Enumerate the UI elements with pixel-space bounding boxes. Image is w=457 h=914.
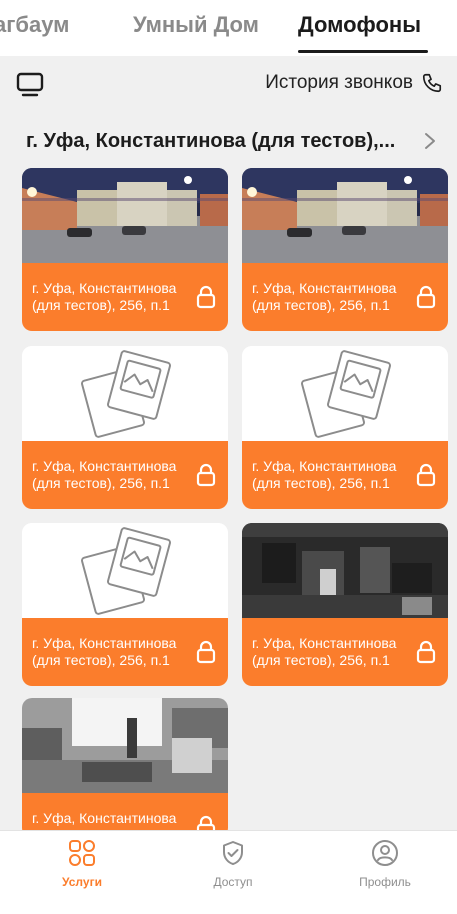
camera-caption: г. Уфа, Константинова (для тестов), 256,…: [252, 635, 397, 668]
camera-card[interactable]: г. Уфа, Константинова (для тестов), 256,…: [242, 168, 448, 331]
camera-preview-bright-office: [22, 698, 228, 793]
camera-caption: г. Уфа, Константинова (для тестов), 256,…: [32, 280, 177, 313]
camera-caption-bar: г. Уфа, Константинова (для тестов), 256,…: [22, 441, 228, 509]
nav-services[interactable]: Услуги: [27, 839, 137, 889]
camera-preview-night-parking: [22, 168, 228, 263]
camera-caption: г. Уфа, Константинова: [32, 810, 177, 826]
nav-profile[interactable]: Профиль: [330, 839, 440, 889]
camera-grid: г. Уфа, Константинова (для тестов), 256,…: [0, 0, 457, 914]
camera-caption-bar: г. Уфа, Константинова (для тестов), 256,…: [22, 618, 228, 686]
nav-access-label: Доступ: [213, 875, 253, 889]
camera-card[interactable]: г. Уфа, Константинова: [22, 698, 228, 838]
placeholder-image-icon: [22, 523, 228, 618]
camera-preview-dark-room: [242, 523, 448, 618]
camera-caption: г. Уфа, Константинова (для тестов), 256,…: [252, 458, 397, 491]
shield-check-icon: [223, 841, 243, 865]
lock-icon[interactable]: [416, 640, 436, 664]
lock-icon[interactable]: [416, 463, 436, 487]
lock-icon[interactable]: [196, 463, 216, 487]
lock-icon[interactable]: [196, 640, 216, 664]
camera-preview-night-parking: [242, 168, 448, 263]
camera-caption-bar: г. Уфа, Константинова (для тестов), 256,…: [242, 441, 448, 509]
nav-profile-label: Профиль: [359, 875, 411, 889]
camera-caption-bar: г. Уфа, Константинова (для тестов), 256,…: [242, 263, 448, 331]
nav-access[interactable]: Доступ: [178, 839, 288, 889]
camera-caption-bar: г. Уфа, Константинова (для тестов), 256,…: [22, 263, 228, 331]
profile-icon: [372, 840, 398, 866]
camera-card[interactable]: г. Уфа, Константинова (для тестов), 256,…: [242, 523, 448, 686]
camera-card[interactable]: г. Уфа, Константинова (для тестов), 256,…: [22, 168, 228, 331]
lock-icon[interactable]: [416, 285, 436, 309]
camera-caption: г. Уфа, Константинова (для тестов), 256,…: [32, 635, 177, 668]
bottom-nav: Услуги Доступ Профиль: [0, 830, 457, 914]
camera-caption-bar: г. Уфа, Константинова (для тестов), 256,…: [242, 618, 448, 686]
camera-card[interactable]: г. Уфа, Константинова (для тестов), 256,…: [22, 346, 228, 509]
placeholder-image-icon: [22, 346, 228, 441]
nav-services-label: Услуги: [62, 875, 102, 889]
lock-icon[interactable]: [196, 285, 216, 309]
camera-card[interactable]: г. Уфа, Константинова (для тестов), 256,…: [22, 523, 228, 686]
services-grid-icon: [69, 840, 95, 866]
camera-caption: г. Уфа, Константинова (для тестов), 256,…: [252, 280, 397, 313]
placeholder-image-icon: [242, 346, 448, 441]
camera-card[interactable]: г. Уфа, Константинова (для тестов), 256,…: [242, 346, 448, 509]
camera-caption: г. Уфа, Константинова (для тестов), 256,…: [32, 458, 177, 491]
